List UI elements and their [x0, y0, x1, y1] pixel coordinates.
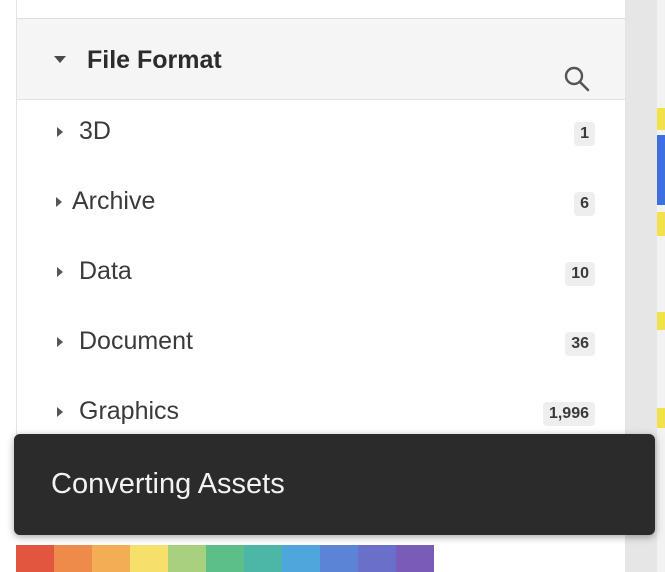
caret-right-icon[interactable] [57, 127, 63, 137]
backdrop-edge [657, 0, 665, 572]
color-stripe [657, 135, 665, 205]
count-badge: 36 [565, 332, 595, 356]
color-swatch [244, 545, 282, 572]
format-list: 3D 1 Archive 6 Data 10 Document 36 Graph… [17, 100, 625, 450]
color-swatch [16, 545, 54, 572]
color-stripe [657, 408, 665, 428]
list-item-archive[interactable]: Archive 6 [17, 170, 625, 240]
caret-right-icon[interactable] [57, 267, 63, 277]
list-item-label: 3D [79, 117, 111, 145]
count-badge: 6 [574, 192, 595, 216]
toast-message: Converting Assets [51, 468, 285, 500]
list-item-document[interactable]: Document 36 [17, 310, 625, 380]
search-icon[interactable] [563, 65, 591, 93]
panel-top-divider [17, 0, 625, 19]
caret-right-icon[interactable] [56, 197, 62, 207]
color-swatch [92, 545, 130, 572]
color-swatch-strip [16, 545, 434, 572]
color-swatch [320, 545, 358, 572]
caret-down-icon[interactable] [54, 56, 66, 63]
color-swatch [396, 545, 434, 572]
count-badge: 1 [574, 122, 595, 146]
color-swatch [358, 545, 396, 572]
list-item-3d[interactable]: 3D 1 [17, 100, 625, 170]
color-stripe [657, 312, 665, 330]
panel-title: File Format [87, 46, 222, 74]
color-swatch [206, 545, 244, 572]
color-swatch [130, 545, 168, 572]
list-item-label: Graphics [79, 397, 180, 425]
toast-notification: Converting Assets [14, 434, 655, 535]
caret-right-icon[interactable] [57, 407, 63, 417]
color-stripe [657, 108, 665, 130]
count-badge: 1,996 [542, 402, 595, 426]
color-swatch [54, 545, 92, 572]
file-format-filter-panel: File Format 3D 1 Archive 6 Data 10 Docum… [16, 0, 626, 440]
list-item-label: Document [79, 327, 193, 355]
color-swatch [168, 545, 206, 572]
list-item-data[interactable]: Data 10 [17, 240, 625, 310]
file-format-header[interactable]: File Format [17, 19, 625, 100]
list-item-label: Archive [72, 187, 156, 215]
list-item-label: Data [79, 257, 132, 285]
caret-right-icon[interactable] [57, 337, 63, 347]
color-stripe [657, 212, 665, 236]
count-badge: 10 [565, 262, 595, 286]
color-swatch [282, 545, 320, 572]
